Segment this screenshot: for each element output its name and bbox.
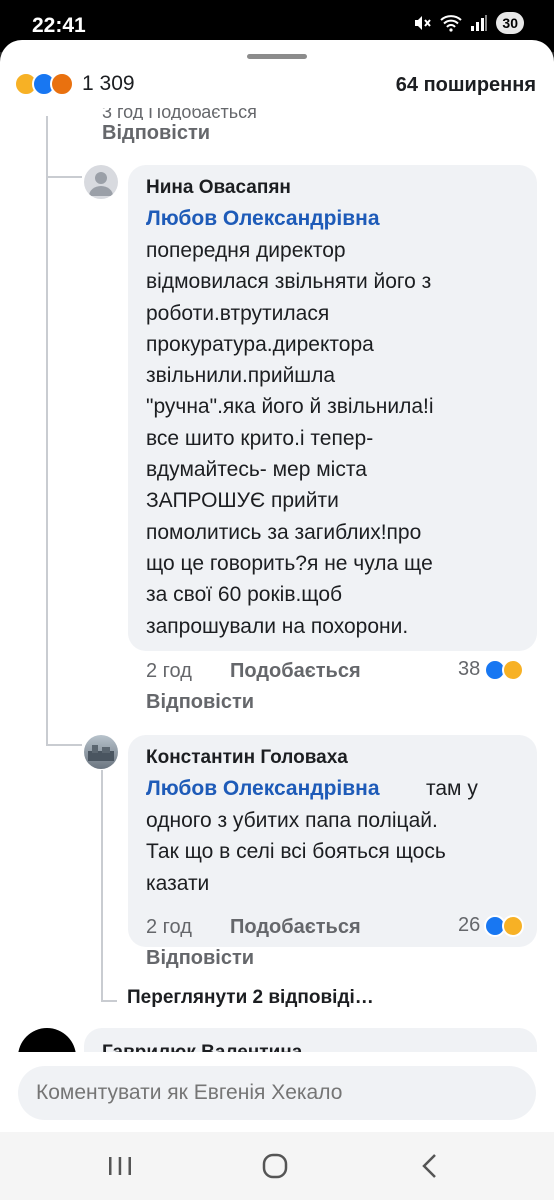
comment-reactions[interactable]: 26 bbox=[458, 914, 525, 937]
thread-line-branch-1 bbox=[46, 176, 82, 178]
comment-author[interactable]: Нина Овасапян bbox=[146, 177, 291, 199]
thread-line-sub-branch bbox=[101, 1000, 117, 1002]
default-avatar-icon bbox=[89, 172, 113, 196]
comments-sheet: 1 309 64 поширення 3 год Подобається Від… bbox=[0, 40, 554, 1132]
reactions-count: 1 309 bbox=[82, 72, 135, 95]
comment-author[interactable]: Константин Головаха bbox=[146, 747, 348, 769]
comment-actions: 2 год Подобається Відповісти bbox=[146, 660, 446, 720]
shares-count[interactable]: 64 поширення bbox=[396, 74, 536, 97]
previous-reply-link[interactable]: Відповісти bbox=[102, 122, 210, 145]
reply-button[interactable]: Відповісти bbox=[146, 691, 254, 714]
sad-reaction-icon bbox=[502, 914, 525, 937]
drag-handle[interactable] bbox=[247, 54, 307, 59]
comment-text: попередня директор відмовилася звільняти… bbox=[146, 239, 434, 638]
home-button[interactable] bbox=[255, 1150, 295, 1182]
partial-previous-meta: 3 год Подобається bbox=[0, 108, 554, 120]
thread-line-main bbox=[46, 116, 48, 746]
like-button[interactable]: Подобається bbox=[230, 660, 361, 683]
wifi-icon bbox=[440, 15, 463, 32]
back-icon bbox=[422, 1154, 436, 1178]
avatar[interactable] bbox=[84, 735, 118, 769]
photo-avatar-icon bbox=[88, 745, 114, 761]
battery-indicator: 30 bbox=[496, 12, 524, 34]
signal-icon bbox=[471, 15, 488, 31]
status-icons: 30 bbox=[412, 12, 524, 34]
mention-link[interactable]: Любов Олександрівна bbox=[146, 203, 380, 234]
comment-text-inline: там у bbox=[426, 777, 478, 800]
reaction-count: 26 bbox=[458, 914, 481, 936]
thread-line-sub bbox=[101, 770, 103, 1002]
mute-icon bbox=[415, 16, 432, 30]
status-time: 22:41 bbox=[32, 14, 86, 37]
comment-time: 2 год bbox=[146, 660, 192, 682]
back-button[interactable] bbox=[410, 1150, 450, 1182]
mention-link[interactable]: Любов Олександрівна bbox=[146, 773, 380, 804]
system-nav-bar bbox=[0, 1132, 554, 1200]
reply-button[interactable]: Відповісти bbox=[146, 947, 254, 970]
post-summary-row: 1 309 64 поширення bbox=[0, 68, 554, 106]
wow-reaction-icon bbox=[502, 658, 525, 681]
recent-apps-icon bbox=[109, 1157, 131, 1175]
partial-meta-text: 3 год Подобається bbox=[102, 108, 257, 120]
comment-reactions[interactable]: 38 bbox=[458, 658, 525, 681]
angry-reaction-icon bbox=[50, 72, 74, 96]
thread-line-branch bbox=[46, 744, 82, 746]
comment-actions: 2 год Подобається Відповісти bbox=[146, 916, 446, 976]
avatar[interactable] bbox=[84, 165, 118, 199]
home-icon bbox=[262, 1153, 288, 1179]
like-button[interactable]: Подобається bbox=[230, 916, 361, 939]
reactions-summary[interactable]: 1 309 bbox=[14, 72, 135, 96]
recent-apps-button[interactable] bbox=[100, 1150, 140, 1182]
comment-input[interactable] bbox=[18, 1066, 536, 1120]
view-more-replies-link[interactable]: Переглянути 2 відповіді… bbox=[127, 987, 374, 1009]
reaction-count: 38 bbox=[458, 658, 481, 680]
comment-input-area bbox=[0, 1052, 554, 1132]
comment-text: одного з убитих папа поліцай. Так що в с… bbox=[146, 809, 446, 895]
comment-time: 2 год bbox=[146, 916, 192, 938]
comment-bubble: Нина Овасапян Любов Олександрівна попере… bbox=[128, 165, 537, 651]
